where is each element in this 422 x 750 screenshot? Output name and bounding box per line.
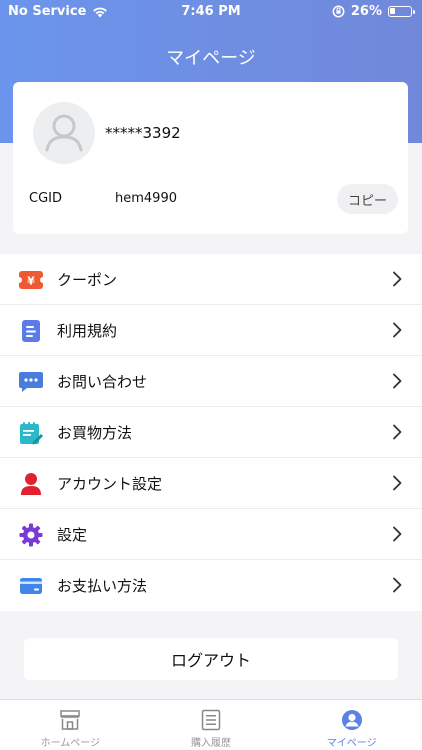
cgid-label: CGID xyxy=(29,191,62,206)
chevron-right-icon xyxy=(393,526,402,542)
copy-button[interactable]: コピー xyxy=(337,184,398,214)
menu-item-settings[interactable]: 設定 xyxy=(0,509,422,560)
logout-button[interactable]: ログアウト xyxy=(24,638,398,680)
tab-label: ホームページ xyxy=(40,738,101,749)
coupon-icon: ¥ xyxy=(18,267,44,293)
tab-label: 購入履歴 xyxy=(191,738,231,749)
tab-bar: ホームページ 購入履歴 マイページ xyxy=(0,699,422,750)
menu-item-label: お買物方法 xyxy=(57,424,133,442)
battery-level xyxy=(390,8,395,14)
menu-item-label: お支払い方法 xyxy=(57,577,148,595)
battery-icon xyxy=(388,6,415,17)
tab-my-page[interactable]: マイページ xyxy=(281,700,422,750)
username: *****3392 xyxy=(105,124,181,142)
gear-icon xyxy=(18,522,44,548)
menu-list: ¥ クーポン 利用規約 お問い合わせ お買物方法 アカウント設定 設定 お支払い… xyxy=(0,254,422,611)
orientation-lock-icon xyxy=(332,5,345,18)
menu-item-contact[interactable]: お問い合わせ xyxy=(0,356,422,407)
avatar[interactable] xyxy=(33,102,95,164)
menu-item-how-to-shop[interactable]: お買物方法 xyxy=(0,407,422,458)
tab-label: マイページ xyxy=(326,738,377,749)
menu-item-label: クーポン xyxy=(57,271,118,289)
document-icon xyxy=(18,318,44,344)
chevron-right-icon xyxy=(393,322,402,338)
chevron-right-icon xyxy=(393,475,402,491)
profile-card: *****3392 CGID hem4990 コピー xyxy=(13,82,408,234)
menu-item-payment-methods[interactable]: お支払い方法 xyxy=(0,560,422,611)
default-avatar-icon xyxy=(45,114,83,152)
chevron-right-icon xyxy=(393,271,402,287)
profile-icon xyxy=(341,709,363,731)
menu-item-coupon[interactable]: ¥ クーポン xyxy=(0,254,422,305)
page-title: マイページ xyxy=(166,48,256,69)
menu-item-account-settings[interactable]: アカウント設定 xyxy=(0,458,422,509)
account-icon xyxy=(18,471,44,497)
chat-icon xyxy=(18,369,44,395)
status-right: 26% xyxy=(332,4,415,19)
credit-card-icon xyxy=(18,573,44,599)
store-icon xyxy=(59,709,81,731)
menu-item-label: 設定 xyxy=(57,526,88,544)
chevron-right-icon xyxy=(393,373,402,389)
chevron-right-icon xyxy=(393,424,402,440)
status-bar: No Service 7:46 PM 26% xyxy=(0,0,422,22)
battery-percent: 26% xyxy=(350,4,382,19)
list-icon xyxy=(201,709,221,731)
svg-text:¥: ¥ xyxy=(27,275,35,288)
menu-item-terms[interactable]: 利用規約 xyxy=(0,305,422,356)
menu-item-label: 利用規約 xyxy=(57,322,118,340)
cgid-value: hem4990 xyxy=(115,191,177,206)
menu-item-label: アカウント設定 xyxy=(57,475,163,493)
tab-home[interactable]: ホームページ xyxy=(0,700,141,750)
tab-purchase-history[interactable]: 購入履歴 xyxy=(141,700,282,750)
chevron-right-icon xyxy=(393,577,402,593)
menu-item-label: お問い合わせ xyxy=(57,373,148,391)
notepad-icon xyxy=(18,420,44,446)
